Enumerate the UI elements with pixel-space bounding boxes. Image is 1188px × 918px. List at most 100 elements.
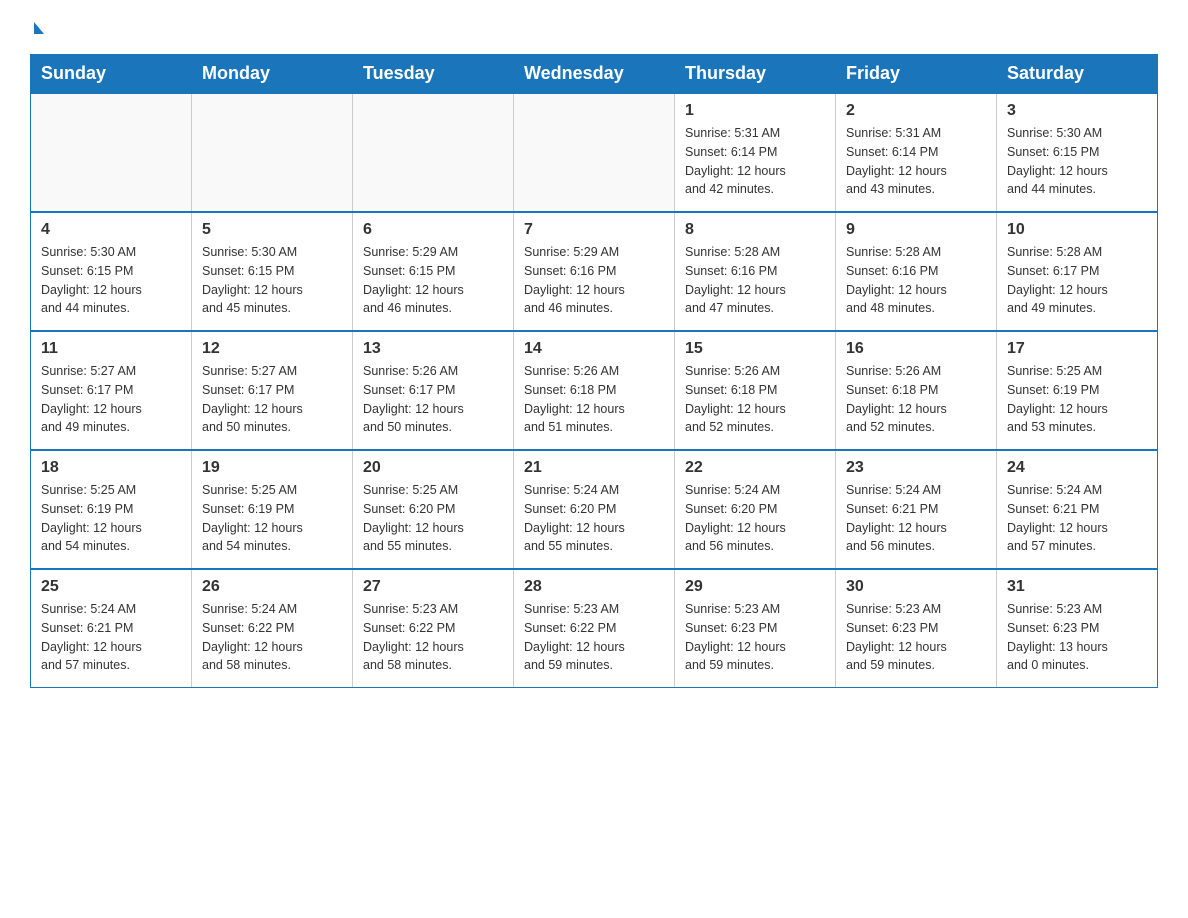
calendar-header-saturday: Saturday — [997, 55, 1158, 94]
day-number: 29 — [685, 578, 825, 596]
day-info: Sunrise: 5:27 AMSunset: 6:17 PMDaylight:… — [202, 362, 342, 437]
day-info: Sunrise: 5:28 AMSunset: 6:16 PMDaylight:… — [846, 243, 986, 318]
day-number: 8 — [685, 221, 825, 239]
day-info: Sunrise: 5:25 AMSunset: 6:19 PMDaylight:… — [1007, 362, 1147, 437]
calendar-cell: 10Sunrise: 5:28 AMSunset: 6:17 PMDayligh… — [997, 212, 1158, 331]
day-number: 23 — [846, 459, 986, 477]
day-number: 9 — [846, 221, 986, 239]
calendar-cell: 6 Sunrise: 5:29 AMSunset: 6:15 PMDaylight… — [353, 212, 514, 331]
calendar-cell: 24 Sunrise: 5:24 AMSunset: 6:21 PMDayligh… — [997, 450, 1158, 569]
calendar-header-monday: Monday — [192, 55, 353, 94]
calendar-cell: 25Sunrise: 5:24 AMSunset: 6:21 PMDayligh… — [31, 569, 192, 688]
day-number: 28 — [524, 578, 664, 596]
calendar-cell: 12 Sunrise: 5:27 AMSunset: 6:17 PMDayligh… — [192, 331, 353, 450]
calendar-cell: 9 Sunrise: 5:28 AMSunset: 6:16 PMDaylight… — [836, 212, 997, 331]
calendar-cell: 22 Sunrise: 5:24 AMSunset: 6:20 PMDayligh… — [675, 450, 836, 569]
day-number: 7 — [524, 221, 664, 239]
day-info: Sunrise: 5:23 AMSunset: 6:23 PMDaylight:… — [685, 600, 825, 675]
calendar-week-4: 18 Sunrise: 5:25 AMSunset: 6:19 PMDayligh… — [31, 450, 1158, 569]
day-info: Sunrise: 5:30 AMSunset: 6:15 PMDaylight:… — [1007, 124, 1147, 199]
calendar-cell: 7 Sunrise: 5:29 AMSunset: 6:16 PMDaylight… — [514, 212, 675, 331]
day-info: Sunrise: 5:25 AMSunset: 6:19 PMDaylight:… — [41, 481, 181, 556]
calendar-cell: 3Sunrise: 5:30 AMSunset: 6:15 PMDaylight… — [997, 93, 1158, 212]
calendar-week-1: 1 Sunrise: 5:31 AMSunset: 6:14 PMDaylight… — [31, 93, 1158, 212]
calendar-cell: 16 Sunrise: 5:26 AMSunset: 6:18 PMDayligh… — [836, 331, 997, 450]
day-info: Sunrise: 5:29 AMSunset: 6:16 PMDaylight:… — [524, 243, 664, 318]
calendar-cell: 14 Sunrise: 5:26 AMSunset: 6:18 PMDayligh… — [514, 331, 675, 450]
calendar-cell: 31 Sunrise: 5:23 AMSunset: 6:23 PMDayligh… — [997, 569, 1158, 688]
day-info: Sunrise: 5:24 AMSunset: 6:21 PMDaylight:… — [1007, 481, 1147, 556]
day-number: 17 — [1007, 340, 1147, 358]
day-info: Sunrise: 5:30 AMSunset: 6:15 PMDaylight:… — [41, 243, 181, 318]
day-number: 30 — [846, 578, 986, 596]
day-number: 24 — [1007, 459, 1147, 477]
calendar-header-wednesday: Wednesday — [514, 55, 675, 94]
day-info: Sunrise: 5:31 AMSunset: 6:14 PMDaylight:… — [685, 124, 825, 199]
calendar-cell: 5 Sunrise: 5:30 AMSunset: 6:15 PMDaylight… — [192, 212, 353, 331]
calendar-header-thursday: Thursday — [675, 55, 836, 94]
day-number: 5 — [202, 221, 342, 239]
day-number: 6 — [363, 221, 503, 239]
day-info: Sunrise: 5:25 AMSunset: 6:19 PMDaylight:… — [202, 481, 342, 556]
day-number: 19 — [202, 459, 342, 477]
day-number: 11 — [41, 340, 181, 358]
calendar-cell: 17 Sunrise: 5:25 AMSunset: 6:19 PMDayligh… — [997, 331, 1158, 450]
day-number: 13 — [363, 340, 503, 358]
calendar-cell: 26 Sunrise: 5:24 AMSunset: 6:22 PMDayligh… — [192, 569, 353, 688]
day-number: 31 — [1007, 578, 1147, 596]
calendar-cell — [353, 93, 514, 212]
day-number: 2 — [846, 102, 986, 120]
logo — [30, 20, 44, 34]
day-info: Sunrise: 5:31 AMSunset: 6:14 PMDaylight:… — [846, 124, 986, 199]
day-info: Sunrise: 5:29 AMSunset: 6:15 PMDaylight:… — [363, 243, 503, 318]
calendar-header-row: SundayMondayTuesdayWednesdayThursdayFrid… — [31, 55, 1158, 94]
day-info: Sunrise: 5:26 AMSunset: 6:17 PMDaylight:… — [363, 362, 503, 437]
day-info: Sunrise: 5:23 AMSunset: 6:22 PMDaylight:… — [524, 600, 664, 675]
day-info: Sunrise: 5:30 AMSunset: 6:15 PMDaylight:… — [202, 243, 342, 318]
calendar-cell — [192, 93, 353, 212]
day-info: Sunrise: 5:23 AMSunset: 6:22 PMDaylight:… — [363, 600, 503, 675]
day-info: Sunrise: 5:26 AMSunset: 6:18 PMDaylight:… — [524, 362, 664, 437]
calendar-cell — [31, 93, 192, 212]
calendar-table: SundayMondayTuesdayWednesdayThursdayFrid… — [30, 54, 1158, 688]
day-info: Sunrise: 5:24 AMSunset: 6:22 PMDaylight:… — [202, 600, 342, 675]
day-info: Sunrise: 5:24 AMSunset: 6:20 PMDaylight:… — [685, 481, 825, 556]
calendar-cell: 20Sunrise: 5:25 AMSunset: 6:20 PMDayligh… — [353, 450, 514, 569]
day-info: Sunrise: 5:26 AMSunset: 6:18 PMDaylight:… — [846, 362, 986, 437]
calendar-cell: 15 Sunrise: 5:26 AMSunset: 6:18 PMDayligh… — [675, 331, 836, 450]
day-number: 21 — [524, 459, 664, 477]
calendar-cell: 19 Sunrise: 5:25 AMSunset: 6:19 PMDayligh… — [192, 450, 353, 569]
calendar-cell — [514, 93, 675, 212]
calendar-cell: 21 Sunrise: 5:24 AMSunset: 6:20 PMDayligh… — [514, 450, 675, 569]
day-info: Sunrise: 5:26 AMSunset: 6:18 PMDaylight:… — [685, 362, 825, 437]
day-info: Sunrise: 5:27 AMSunset: 6:17 PMDaylight:… — [41, 362, 181, 437]
calendar-header-sunday: Sunday — [31, 55, 192, 94]
calendar-cell: 1 Sunrise: 5:31 AMSunset: 6:14 PMDaylight… — [675, 93, 836, 212]
day-info: Sunrise: 5:23 AMSunset: 6:23 PMDaylight:… — [846, 600, 986, 675]
calendar-cell: 13 Sunrise: 5:26 AMSunset: 6:17 PMDayligh… — [353, 331, 514, 450]
calendar-header-tuesday: Tuesday — [353, 55, 514, 94]
day-info: Sunrise: 5:25 AMSunset: 6:20 PMDaylight:… — [363, 481, 503, 556]
page-header — [30, 20, 1158, 34]
calendar-cell: 28 Sunrise: 5:23 AMSunset: 6:22 PMDayligh… — [514, 569, 675, 688]
day-number: 12 — [202, 340, 342, 358]
day-number: 4 — [41, 221, 181, 239]
calendar-cell: 4 Sunrise: 5:30 AMSunset: 6:15 PMDaylight… — [31, 212, 192, 331]
day-info: Sunrise: 5:23 AMSunset: 6:23 PMDaylight:… — [1007, 600, 1147, 675]
day-number: 18 — [41, 459, 181, 477]
calendar-cell: 27 Sunrise: 5:23 AMSunset: 6:22 PMDayligh… — [353, 569, 514, 688]
calendar-week-5: 25Sunrise: 5:24 AMSunset: 6:21 PMDayligh… — [31, 569, 1158, 688]
calendar-cell: 8Sunrise: 5:28 AMSunset: 6:16 PMDaylight… — [675, 212, 836, 331]
day-number: 14 — [524, 340, 664, 358]
day-number: 16 — [846, 340, 986, 358]
day-number: 1 — [685, 102, 825, 120]
day-number: 15 — [685, 340, 825, 358]
day-number: 22 — [685, 459, 825, 477]
day-number: 26 — [202, 578, 342, 596]
calendar-cell: 30 Sunrise: 5:23 AMSunset: 6:23 PMDayligh… — [836, 569, 997, 688]
day-info: Sunrise: 5:24 AMSunset: 6:20 PMDaylight:… — [524, 481, 664, 556]
day-number: 25 — [41, 578, 181, 596]
day-info: Sunrise: 5:24 AMSunset: 6:21 PMDaylight:… — [846, 481, 986, 556]
day-number: 27 — [363, 578, 503, 596]
calendar-week-3: 11 Sunrise: 5:27 AMSunset: 6:17 PMDayligh… — [31, 331, 1158, 450]
